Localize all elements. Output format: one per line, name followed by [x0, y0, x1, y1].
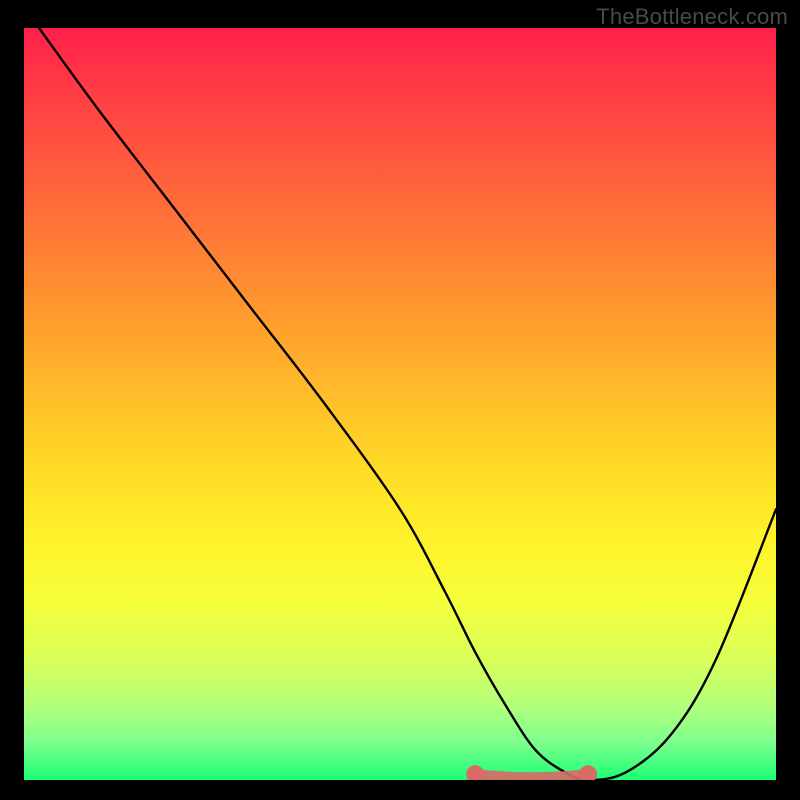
curve-svg [24, 28, 776, 780]
watermark-text: TheBottleneck.com [596, 4, 788, 30]
highlight-segment [475, 776, 588, 779]
highlight-endpoint-right [579, 765, 597, 780]
highlight-endpoint-left [466, 765, 484, 780]
bottleneck-curve [39, 28, 776, 780]
plot-area [24, 28, 776, 780]
chart-frame: TheBottleneck.com [0, 0, 800, 800]
